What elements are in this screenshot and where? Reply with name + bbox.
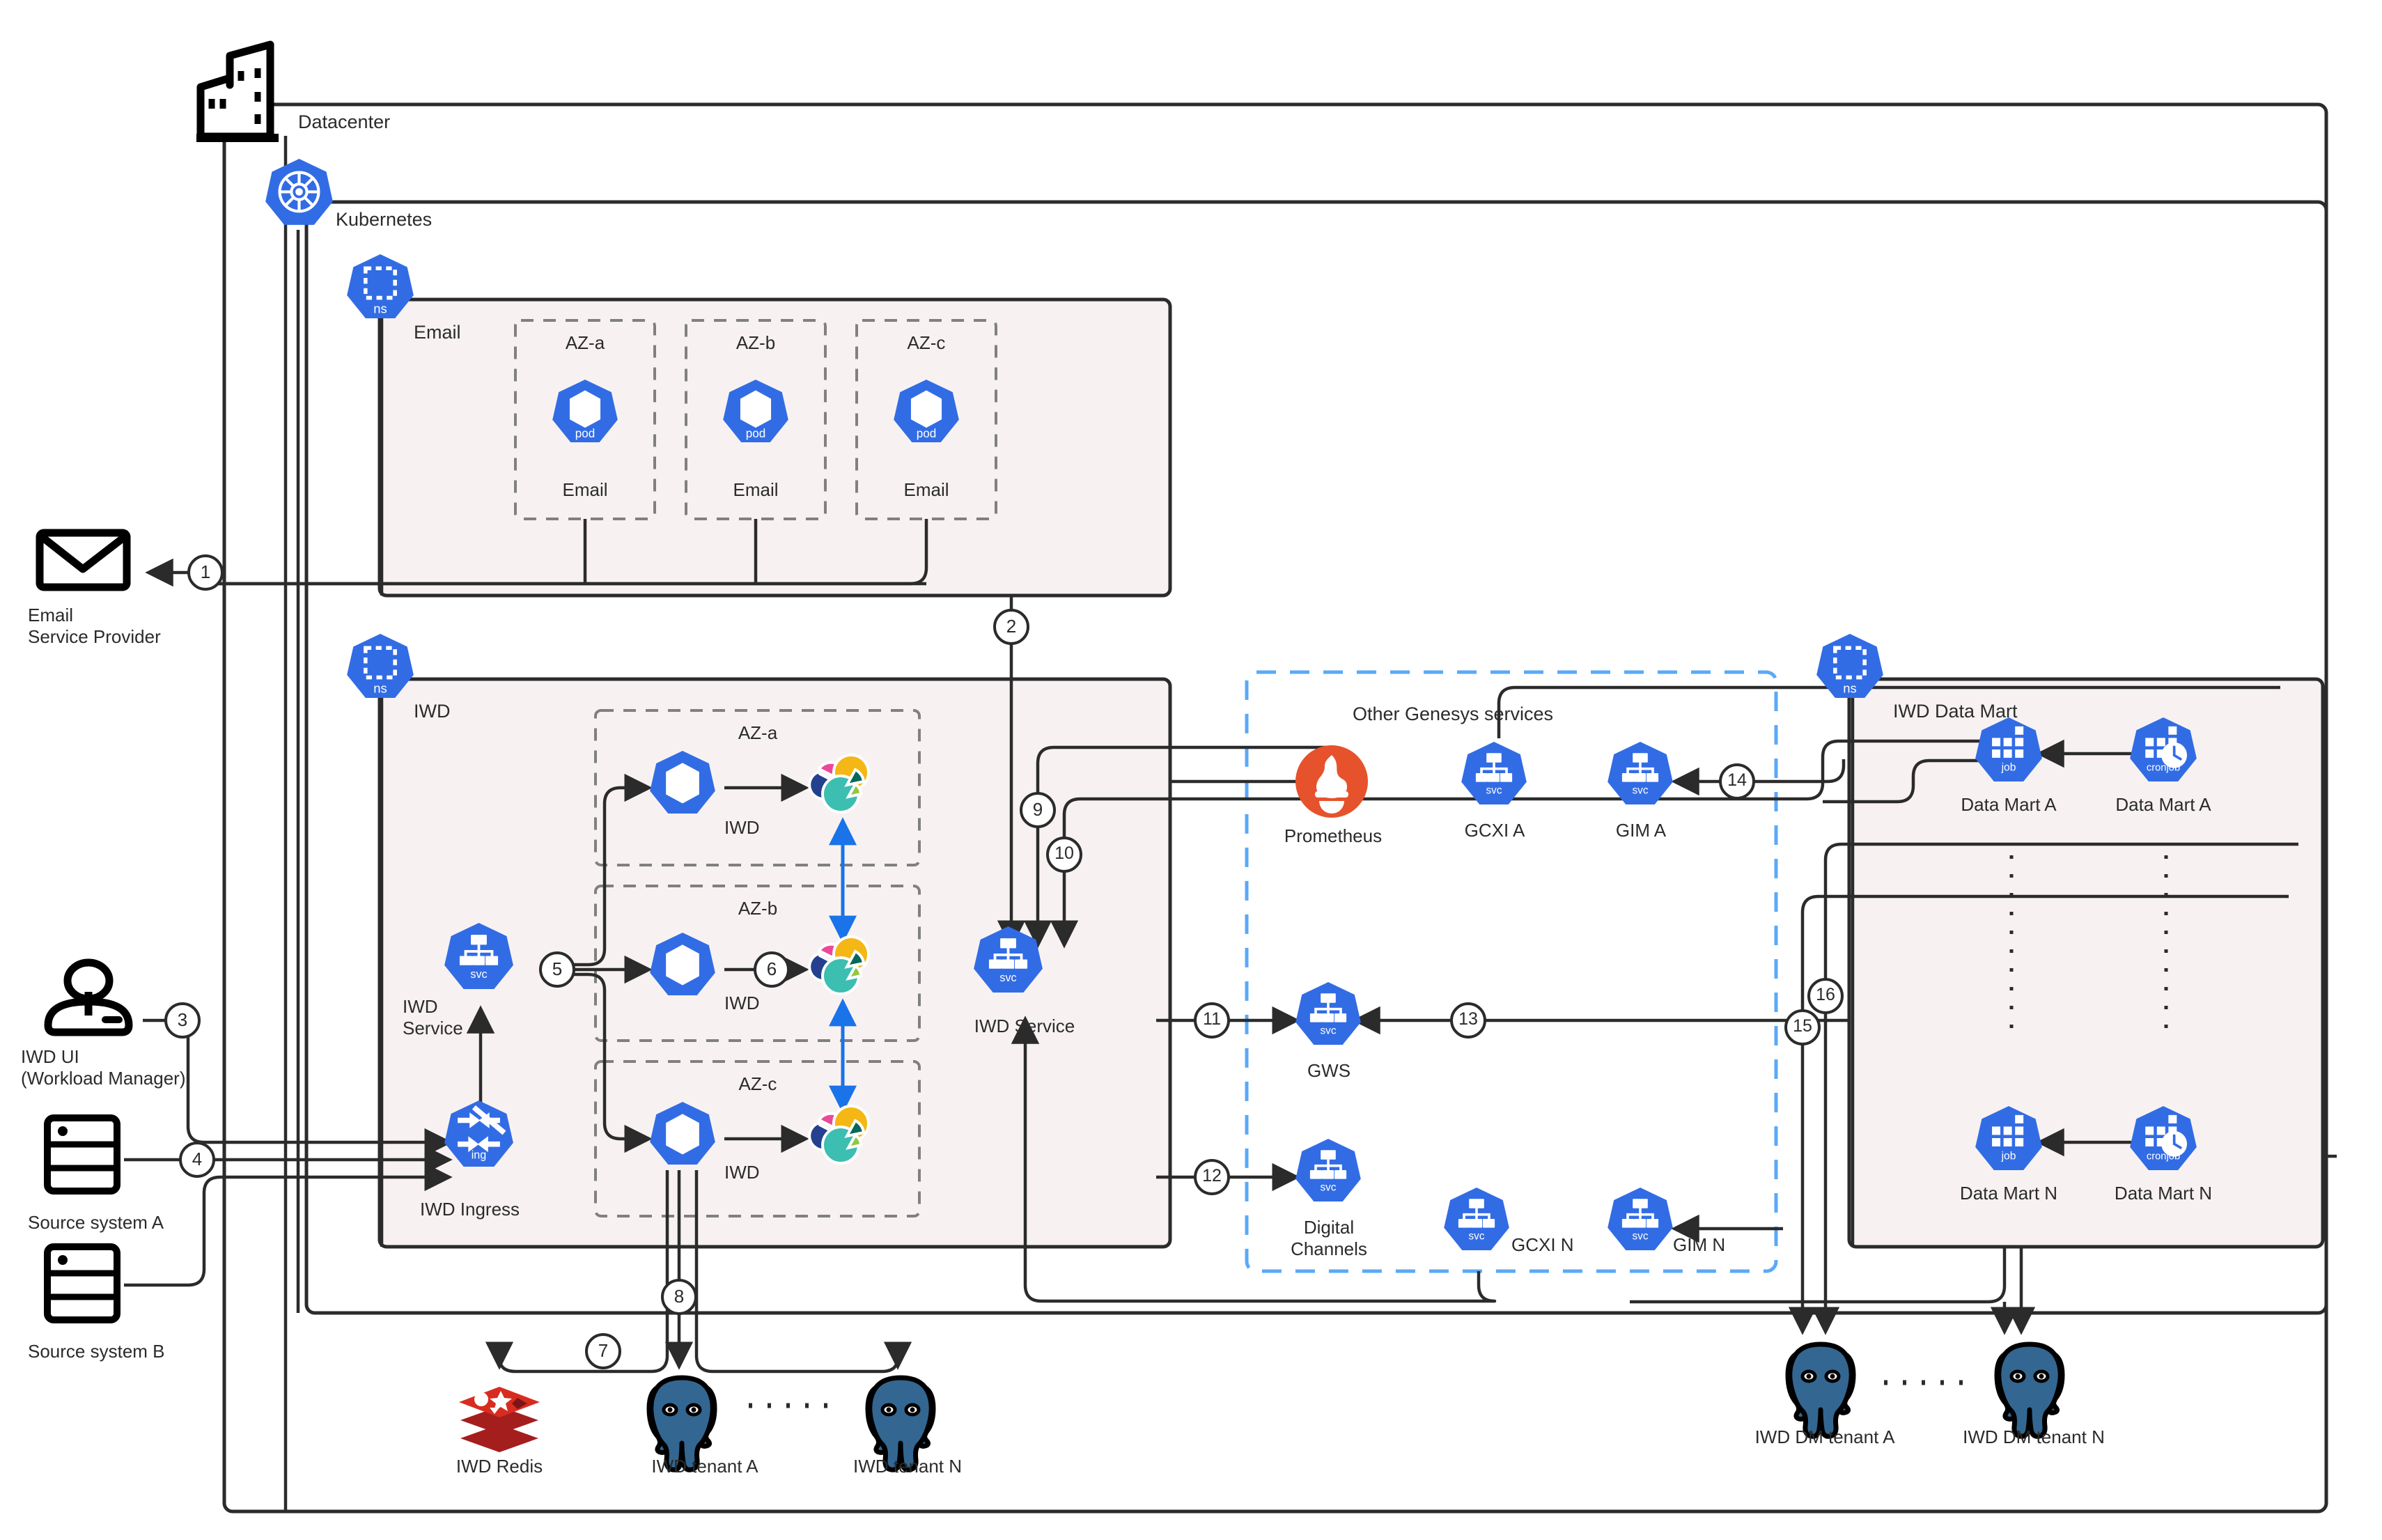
digital-channels-label: Digital Channels: [1291, 1217, 1367, 1259]
iwd-az-c-label: AZ-c: [738, 1073, 777, 1094]
connector-label-11: 11: [1203, 1009, 1221, 1029]
k8s-service-icon-gcxi-n: svc: [1444, 1188, 1509, 1250]
iwd-ingress-label: IWD Ingress: [420, 1199, 520, 1220]
iwd-tenant-n-label: IWD tenant N: [853, 1456, 963, 1477]
connector-label-4: 4: [192, 1149, 203, 1169]
svg-text:ns: ns: [373, 302, 387, 316]
connector-label-1: 1: [200, 561, 211, 582]
email-az-b-label: AZ-b: [735, 332, 776, 353]
iwd-dm-tenant-n-label: IWD DM tenant N: [1963, 1426, 2105, 1447]
connector-label-12: 12: [1202, 1166, 1222, 1185]
svg-text:cronjob: cronjob: [2147, 762, 2180, 773]
svg-text:svc: svc: [1321, 1182, 1337, 1194]
connector-label-8: 8: [674, 1286, 685, 1307]
email-namespace-label: Email: [414, 322, 461, 343]
k8s-service-icon-gim-n: svc: [1608, 1188, 1673, 1250]
svg-text:svc: svc: [1321, 1025, 1337, 1037]
connector-label-5: 5: [552, 958, 563, 979]
kubernetes-label: Kubernetes: [336, 209, 433, 230]
connector-label-3: 3: [177, 1009, 188, 1030]
database-icon-source-b: [44, 1243, 120, 1323]
source-system-a-label: Source system A: [28, 1212, 164, 1233]
datamart-job-a-label: Data Mart A: [1961, 794, 2057, 815]
gcxi-a-label: GCXI A: [1464, 820, 1525, 841]
envelope-icon: [36, 529, 131, 591]
diagram-canvas: ns ns ns pod pod pod svc ing svc svc svc…: [0, 0, 2382, 1540]
svg-text:job: job: [2001, 1150, 2016, 1162]
prometheus-label: Prometheus: [1284, 825, 1383, 846]
email-pod-c-label: Email: [903, 479, 949, 500]
connector-label-6: 6: [766, 958, 777, 979]
datamart-job-n-label: Data Mart N: [1959, 1183, 2058, 1204]
iwd-pod-c-label: IWD: [724, 1162, 760, 1183]
postgresql-icon-dm-tenant-n: [1994, 1341, 2065, 1439]
kubernetes-wheel-icon: [265, 159, 333, 225]
postgresql-icon-dm-tenant-a: [1785, 1341, 1856, 1439]
iwd-az-b-label: AZ-b: [738, 898, 778, 919]
svg-text:job: job: [2001, 761, 2016, 773]
connector-label-2: 2: [1006, 616, 1017, 637]
iwd-service-left-label: IWD Service: [403, 996, 463, 1039]
iwd-az-a-label: AZ-a: [738, 722, 778, 743]
gim-n-label: GIM N: [1673, 1234, 1726, 1255]
k8s-service-icon-gws: svc: [1295, 982, 1361, 1045]
gcxi-n-label: GCXI N: [1511, 1234, 1574, 1255]
email-az-c-label: AZ-c: [907, 332, 946, 353]
datamart-cronjob-a-label: Data Mart A: [2115, 794, 2211, 815]
datamart-namespace-label: IWD Data Mart: [1893, 701, 2018, 722]
edge-svc-right-up-lead: [1023, 1247, 1493, 1303]
iwd-pod-b-label: IWD: [724, 993, 760, 1013]
edge-gcxi-n-down: [1477, 1271, 1497, 1303]
redis-icon: [459, 1387, 540, 1452]
email-az-a-label: AZ-a: [565, 332, 605, 353]
svg-text:svc: svc: [999, 972, 1016, 984]
svg-text:svc: svc: [1633, 785, 1649, 797]
iwd-redis-label: IWD Redis: [456, 1456, 543, 1477]
k8s-service-icon-gim-a: svc: [1608, 742, 1673, 804]
k8s-service-icon-digital-channels: svc: [1295, 1139, 1361, 1201]
svg-text:pod: pod: [575, 427, 596, 440]
connector-label-14: 14: [1727, 770, 1747, 790]
iwd-pod-a-label: IWD: [724, 817, 760, 838]
svg-text:cronjob: cronjob: [2147, 1151, 2180, 1162]
svg-text:ing: ing: [472, 1149, 487, 1162]
datamart-cronjob-n-label: Data Mart N: [2114, 1183, 2213, 1204]
connector-label-10: 10: [1054, 843, 1074, 863]
edge-14-lead: [1827, 759, 1846, 784]
iwd-ui-label: IWD UI (Workload Manager): [21, 1046, 186, 1089]
email-pod-b-label: Email: [733, 479, 779, 500]
gws-label: GWS: [1307, 1060, 1351, 1081]
iwd-service-right-label: IWD Service: [974, 1016, 1075, 1036]
k8s-service-icon-gcxi-a: svc: [1461, 742, 1527, 804]
email-service-provider-label: Email Service Provider: [28, 605, 161, 647]
datacenter-label: Datacenter: [298, 111, 391, 132]
gim-a-label: GIM A: [1615, 820, 1667, 841]
svg-text:pod: pod: [746, 427, 766, 440]
user-icon: [44, 958, 133, 1036]
building-icon: [196, 40, 279, 142]
source-system-b-label: Source system B: [28, 1341, 165, 1362]
other-genesys-label: Other Genesys services: [1352, 703, 1554, 724]
svg-text:svc: svc: [1469, 1231, 1485, 1243]
svg-text:svc: svc: [470, 968, 487, 981]
connector-label-13: 13: [1458, 1009, 1478, 1029]
svg-text:ns: ns: [1843, 681, 1856, 696]
svg-text:svc: svc: [1633, 1231, 1649, 1243]
prometheus-icon: [1295, 745, 1368, 818]
connector-label-7: 7: [598, 1340, 609, 1361]
svg-text:svc: svc: [1486, 785, 1502, 797]
svg-text:ns: ns: [373, 681, 387, 696]
connector-label-16: 16: [1816, 985, 1835, 1004]
iwd-tenant-a-label: IWD tenant A: [651, 1456, 758, 1477]
database-icon-source-a: [44, 1114, 120, 1195]
connector-label-15: 15: [1793, 1016, 1812, 1036]
connector-label-9: 9: [1032, 799, 1043, 820]
iwd-dm-tenant-a-label: IWD DM tenant A: [1754, 1426, 1895, 1447]
email-pod-a-label: Email: [562, 479, 608, 500]
iwd-namespace-label: IWD: [414, 701, 451, 722]
svg-text:pod: pod: [917, 427, 937, 440]
